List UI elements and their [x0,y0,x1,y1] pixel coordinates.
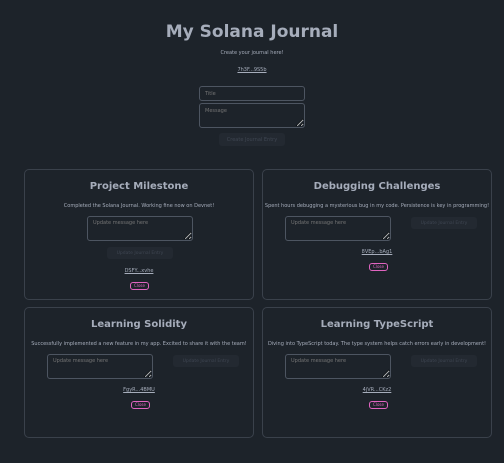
entry-owner-link[interactable]: DSFY...xvhe [25,268,253,274]
entry-title: Debugging Challenges [313,181,441,192]
journal-entry-card: Learning TypeScript Diving into TypeScri… [262,307,492,438]
entry-owner-link[interactable]: 8VEp...bAg1 [263,249,491,255]
journal-entry-card: Learning Solidity Successfully implement… [24,307,254,438]
update-entry-button[interactable]: Update Journal Entry [107,247,173,259]
page-header: My Solana Journal Create your journal he… [0,0,504,75]
create-entry-button[interactable]: Create Journal Entry [219,133,285,146]
delete-entry-button[interactable]: Close [131,401,150,409]
entry-title: Learning Solidity [91,319,187,330]
entry-title: Project Milestone [89,181,189,192]
update-entry-button[interactable]: Update Journal Entry [173,355,239,367]
entry-message: Spent hours debugging a mysterious bug i… [264,203,490,209]
entry-owner-link[interactable]: 4jVR...CKz2 [263,387,491,393]
journal-entry-card: Project Milestone Completed the Solana J… [24,169,254,300]
delete-entry-button[interactable]: Close [369,263,388,271]
journal-entry-card: Debugging Challenges Spent hours debuggi… [262,169,492,300]
entry-message: Successfully implemented a new feature i… [31,341,247,347]
delete-entry-button[interactable]: Close [130,282,149,290]
entry-title: Learning TypeScript [320,319,434,330]
entry-message: Completed the Solana Journal. Working fi… [63,203,215,209]
create-entry-form: Create Journal Entry [199,86,305,146]
wallet-address-link[interactable]: 7h3F...9S5b [237,67,266,73]
title-input[interactable] [199,86,305,101]
message-textarea[interactable] [199,103,305,128]
update-entry-button[interactable]: Update Journal Entry [411,217,477,229]
page-title: My Solana Journal [165,22,339,42]
update-message-textarea[interactable] [285,354,391,379]
update-message-textarea[interactable] [285,216,391,241]
delete-entry-button[interactable]: Close [369,401,388,409]
update-entry-button[interactable]: Update Journal Entry [411,355,477,367]
journal-entries-grid: Project Milestone Completed the Solana J… [24,169,492,438]
entry-message: Diving into TypeScript today. The type s… [267,341,487,347]
update-message-textarea[interactable] [47,354,153,379]
update-message-textarea[interactable] [87,216,193,241]
entry-owner-link[interactable]: FgyR...4BMU [25,387,253,393]
